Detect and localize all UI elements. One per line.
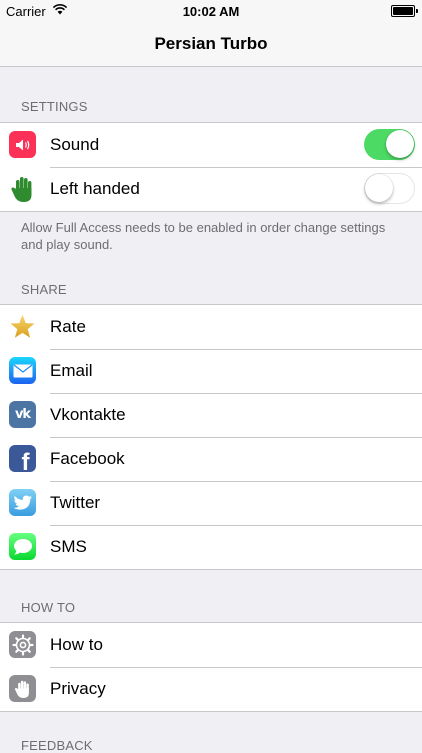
hand-icon: [9, 175, 36, 202]
share-section-header: SHARE: [21, 282, 67, 297]
share-item-twitter[interactable]: Twitter: [0, 481, 422, 525]
sound-label: Sound: [50, 135, 100, 154]
page-title: Persian Turbo: [154, 34, 268, 53]
howto-item-how-to[interactable]: How to: [0, 623, 422, 667]
howto-section-header: HOW TO: [21, 600, 76, 615]
left-handed-row: Left handed: [0, 167, 422, 211]
message-icon: [9, 533, 36, 560]
share-item-vkontakte[interactable]: vk Vkontakte: [0, 393, 422, 437]
share-group: Rate Email vk Vkontakte f Facebook Twitt…: [0, 304, 422, 570]
share-item-facebook[interactable]: f Facebook: [0, 437, 422, 481]
settings-group: Sound Left handed: [0, 122, 422, 212]
share-item-label: Facebook: [50, 449, 125, 468]
facebook-icon: f: [9, 445, 36, 472]
feedback-section-header: FEEDBACK: [21, 738, 93, 753]
hand-icon: [9, 675, 36, 702]
share-item-email[interactable]: Email: [0, 349, 422, 393]
howto-item-label: How to: [50, 635, 103, 654]
battery-icon: [391, 5, 418, 17]
status-bar: Carrier 10:02 AM: [0, 0, 422, 22]
share-item-label: Rate: [50, 317, 86, 336]
vk-icon: vk: [9, 401, 36, 428]
mail-icon: [9, 357, 36, 384]
left-handed-toggle[interactable]: [364, 173, 415, 204]
settings-footer-note: Allow Full Access needs to be enabled in…: [21, 220, 386, 252]
share-item-label: SMS: [50, 537, 87, 556]
navigation-bar: Persian Turbo: [0, 22, 422, 67]
twitter-icon: [9, 489, 36, 516]
settings-section-header: SETTINGS: [21, 99, 88, 114]
share-item-label: Twitter: [50, 493, 101, 512]
sound-row: Sound: [0, 123, 422, 167]
howto-item-label: Privacy: [50, 679, 106, 698]
share-item-sms[interactable]: SMS: [0, 525, 422, 569]
left-handed-label: Left handed: [50, 179, 140, 198]
share-item-rate[interactable]: Rate: [0, 305, 422, 349]
share-item-label: Email: [50, 361, 93, 380]
speaker-icon: [9, 131, 36, 158]
gear-icon: [9, 631, 36, 658]
howto-group: How to Privacy: [0, 622, 422, 712]
clock: 10:02 AM: [182, 4, 240, 19]
star-icon: [9, 313, 36, 340]
sound-toggle[interactable]: [364, 129, 415, 160]
share-item-label: Vkontakte: [50, 405, 126, 424]
howto-item-privacy[interactable]: Privacy: [0, 667, 422, 711]
